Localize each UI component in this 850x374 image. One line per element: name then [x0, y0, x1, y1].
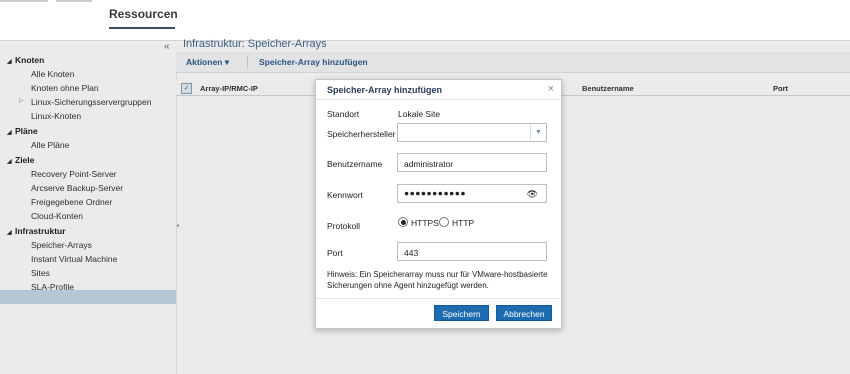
chevron-down-icon[interactable]: ▼ [530, 124, 546, 141]
cancel-button[interactable]: Abbrechen [496, 305, 552, 321]
top-strip [0, 0, 48, 2]
tab-ressourcen[interactable]: Ressourcen [109, 7, 178, 21]
port-value: 443 [404, 248, 419, 258]
show-password-eye-icon[interactable]: 👁 [527, 189, 538, 200]
dialog-header: Speicher-Array hinzufügen × [316, 80, 561, 100]
top-strip [56, 0, 92, 2]
hint-text: Hinweis: Ein Speicherarray muss nur für … [327, 270, 548, 290]
port-field[interactable]: 443 [397, 242, 547, 261]
radio-selected-icon [398, 217, 408, 227]
password-value: ●●●●●●●●●●● [404, 188, 466, 198]
dialog-title: Speicher-Array hinzufügen [327, 85, 443, 95]
vendor-label: Speicherhersteller [327, 129, 396, 139]
close-icon[interactable]: × [548, 83, 554, 95]
radio-label: HTTP [452, 218, 475, 228]
password-label: Kennwort [327, 190, 363, 200]
radio-unselected-icon [439, 217, 449, 227]
protocol-radio-https[interactable]: HTTPS [398, 217, 439, 228]
protocol-radio-http[interactable]: HTTP [439, 217, 474, 228]
protocol-label: Protokoll [327, 221, 361, 231]
username-value: administrator [404, 159, 454, 169]
password-field[interactable]: ●●●●●●●●●●● 👁 [397, 184, 547, 203]
save-button[interactable]: Speichern [434, 305, 489, 321]
vendor-select[interactable]: ▼ [397, 123, 547, 142]
username-label: Benutzername [327, 159, 383, 169]
radio-label: HTTPS [411, 218, 439, 228]
add-storage-array-dialog: Speicher-Array hinzufügen × Standort Lok… [315, 79, 562, 329]
port-label: Port [327, 248, 343, 258]
location-label: Standort [327, 109, 360, 119]
username-field[interactable]: administrator [397, 153, 547, 172]
dialog-footer-divider [316, 298, 561, 299]
top-navigation-bar: Ressourcen [0, 0, 850, 41]
active-tab-underline [109, 27, 175, 29]
location-value: Lokale Site [398, 109, 441, 119]
